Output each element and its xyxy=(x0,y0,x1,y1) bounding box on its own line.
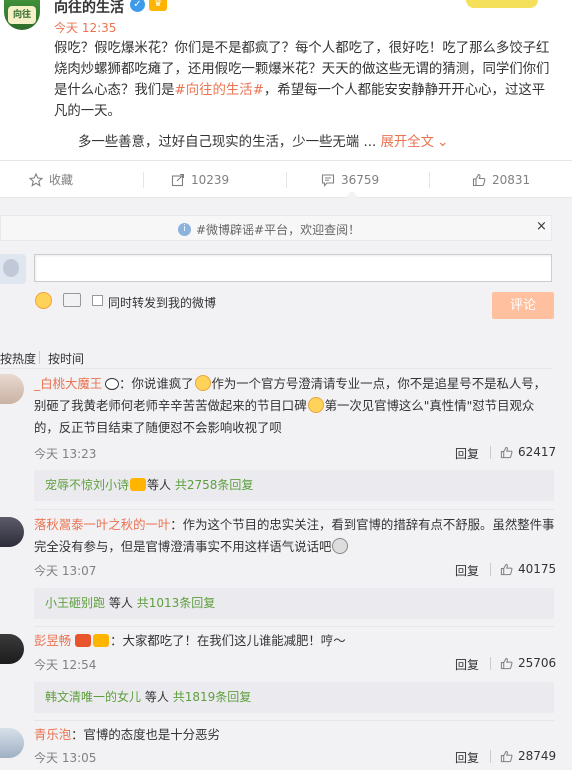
sub-reply-text: 等人 xyxy=(108,596,133,610)
repost-count: 10239 xyxy=(191,173,230,187)
thumbs-up-icon xyxy=(500,657,513,669)
comment-like-count: 25706 xyxy=(518,656,557,670)
comment-text-part: ：你说谁疯了 xyxy=(119,376,194,391)
sort-by-time-tab[interactable]: 按时间 xyxy=(48,350,84,367)
commenter-name[interactable]: _白桃大魔王 xyxy=(34,376,102,391)
emoji-icon xyxy=(332,538,349,554)
reply-button[interactable]: 回复 xyxy=(455,445,479,462)
comment-time: 今天 12:54 xyxy=(34,658,97,672)
post-text: 假吃？假吃爆米花？你们是不是都疯了？每个人都吃了，很好吃！吃了那么多饺子红烧肉炒… xyxy=(54,38,554,122)
vip-badge-icon: ♛ xyxy=(149,0,167,11)
sub-replies: 宠辱不惊刘小诗 等人 共2758条回复 xyxy=(34,470,554,501)
thumbs-up-icon xyxy=(472,173,486,187)
view-replies-link[interactable]: 共1013条回复 xyxy=(137,596,216,610)
like-count: 20831 xyxy=(492,173,531,187)
comment-like-count: 28749 xyxy=(518,749,557,763)
thumbs-up-icon xyxy=(500,750,513,762)
comment-text: _白桃大魔王 ：你说谁疯了 作为一个官方号澄清请专业一点，你不是追星号不是私人号，别… xyxy=(34,373,556,439)
thumbs-up-icon xyxy=(500,446,513,458)
comment-input[interactable] xyxy=(34,254,552,282)
commenter-name[interactable]: 彭昱畅 xyxy=(34,633,71,648)
reply-button[interactable]: 回复 xyxy=(455,656,479,673)
sub-replies: 韩文清唯一的女儿 等人 共1819条回复 xyxy=(34,682,554,713)
reply-button[interactable]: 回复 xyxy=(455,749,479,766)
repost-button[interactable]: 10239 xyxy=(171,161,229,199)
sub-reply-text: 等人 xyxy=(147,478,172,492)
emoji-icon xyxy=(194,375,211,391)
repost-icon xyxy=(171,173,185,187)
author-avatar[interactable]: 向往 xyxy=(4,0,40,30)
sort-by-hot-tab[interactable]: 按热度 xyxy=(0,350,36,367)
sub-reply-user[interactable]: 宠辱不惊刘小诗 xyxy=(45,478,129,492)
like-button[interactable]: 20831 xyxy=(472,161,530,199)
repost-checkbox[interactable] xyxy=(92,295,103,306)
chevron-down-icon[interactable]: ⌄ xyxy=(437,135,448,150)
comment-like-button[interactable]: 40175 xyxy=(500,562,556,576)
comment-text-part: ：官博的态度也是十分恶劣 xyxy=(71,727,220,742)
comment-like-count: 62417 xyxy=(518,445,557,459)
panda-icon xyxy=(105,378,120,390)
comment-time: 今天 13:07 xyxy=(34,564,97,578)
star-icon xyxy=(29,173,43,187)
comment-text: 青乐泡：官博的态度也是十分恶劣 xyxy=(34,724,556,746)
topic-link[interactable]: #向往的生活# xyxy=(175,83,264,98)
post-time[interactable]: 今天 12:35 xyxy=(54,19,116,36)
reply-button[interactable]: 回复 xyxy=(455,562,479,579)
vip-badge-icon xyxy=(130,478,147,491)
sub-replies: 小王砸别跑 等人 共1013条回复 xyxy=(34,588,554,619)
comment-time: 今天 13:23 xyxy=(34,447,97,461)
comment-icon xyxy=(321,174,335,187)
favorite-label: 收藏 xyxy=(49,173,74,187)
post-text-continued: 多一些善意，过好自己现实的生活，少一些无端 ... 展开全文 ⌄ xyxy=(78,132,558,153)
comment-like-button[interactable]: 28749 xyxy=(500,749,556,763)
notice-link[interactable]: #微博辟谣#平台，欢迎查阅！ xyxy=(196,221,360,238)
avatar-label: 向往 xyxy=(8,6,36,24)
commenter-name[interactable]: 落秋翯泰一叶之秋的一叶 xyxy=(34,517,170,532)
expand-link[interactable]: 展开全文 xyxy=(381,135,435,150)
comment-time: 今天 13:05 xyxy=(34,751,97,765)
sort-divider xyxy=(39,351,40,364)
post-author-name[interactable]: 向往的生活 xyxy=(54,0,124,17)
comment-text-part: ：大家都吃了！在我们这儿谁能减肥！哼～ xyxy=(110,633,346,648)
repost-checkbox-label[interactable]: 同时转发到我的微博 xyxy=(108,294,216,311)
comment-like-count: 40175 xyxy=(518,562,557,576)
info-icon: i xyxy=(178,223,191,236)
post-text-part: 多一些善意，过好自己现实的生活，少一些无端 ... xyxy=(78,135,377,150)
post-action-bar: 收藏 10239 36759 20831 xyxy=(0,160,572,198)
view-replies-link[interactable]: 共2758条回复 xyxy=(175,478,254,492)
commenter-name[interactable]: 青乐泡 xyxy=(34,727,71,742)
comment-text: 彭昱畅 ：大家都吃了！在我们这儿谁能减肥！哼～ xyxy=(34,630,556,652)
header-decoration xyxy=(466,0,538,8)
favorite-button[interactable]: 收藏 xyxy=(29,161,73,199)
comment-like-button[interactable]: 25706 xyxy=(500,656,556,670)
view-replies-link[interactable]: 共1819条回复 xyxy=(173,690,252,704)
panel-pointer xyxy=(345,191,359,198)
image-icon[interactable] xyxy=(63,293,81,307)
comment-text: 落秋翯泰一叶之秋的一叶：作为这个节目的忠实关注，看到官博的措辞有点不舒服。虽然整… xyxy=(34,514,556,558)
sub-reply-user[interactable]: 韩文清唯一的女儿 xyxy=(45,690,141,704)
verified-icon: ✓ xyxy=(130,0,145,12)
comment-like-button[interactable]: 62417 xyxy=(500,445,556,459)
notice-content: i #微博辟谣#平台，欢迎查阅！ xyxy=(178,221,360,238)
submit-comment-button[interactable]: 评论 xyxy=(492,292,554,319)
sub-reply-user[interactable]: 小王砸别跑 xyxy=(45,596,105,610)
sort-underline xyxy=(0,368,552,369)
emoji-icon[interactable] xyxy=(35,292,52,309)
current-user-avatar xyxy=(0,254,26,284)
thumbs-up-icon xyxy=(500,563,513,575)
verified-v-icon xyxy=(75,634,92,647)
close-icon[interactable]: × xyxy=(536,219,547,234)
vip-badge-icon xyxy=(93,634,110,647)
emoji-icon xyxy=(307,397,324,413)
sub-reply-text: 等人 xyxy=(144,690,169,704)
